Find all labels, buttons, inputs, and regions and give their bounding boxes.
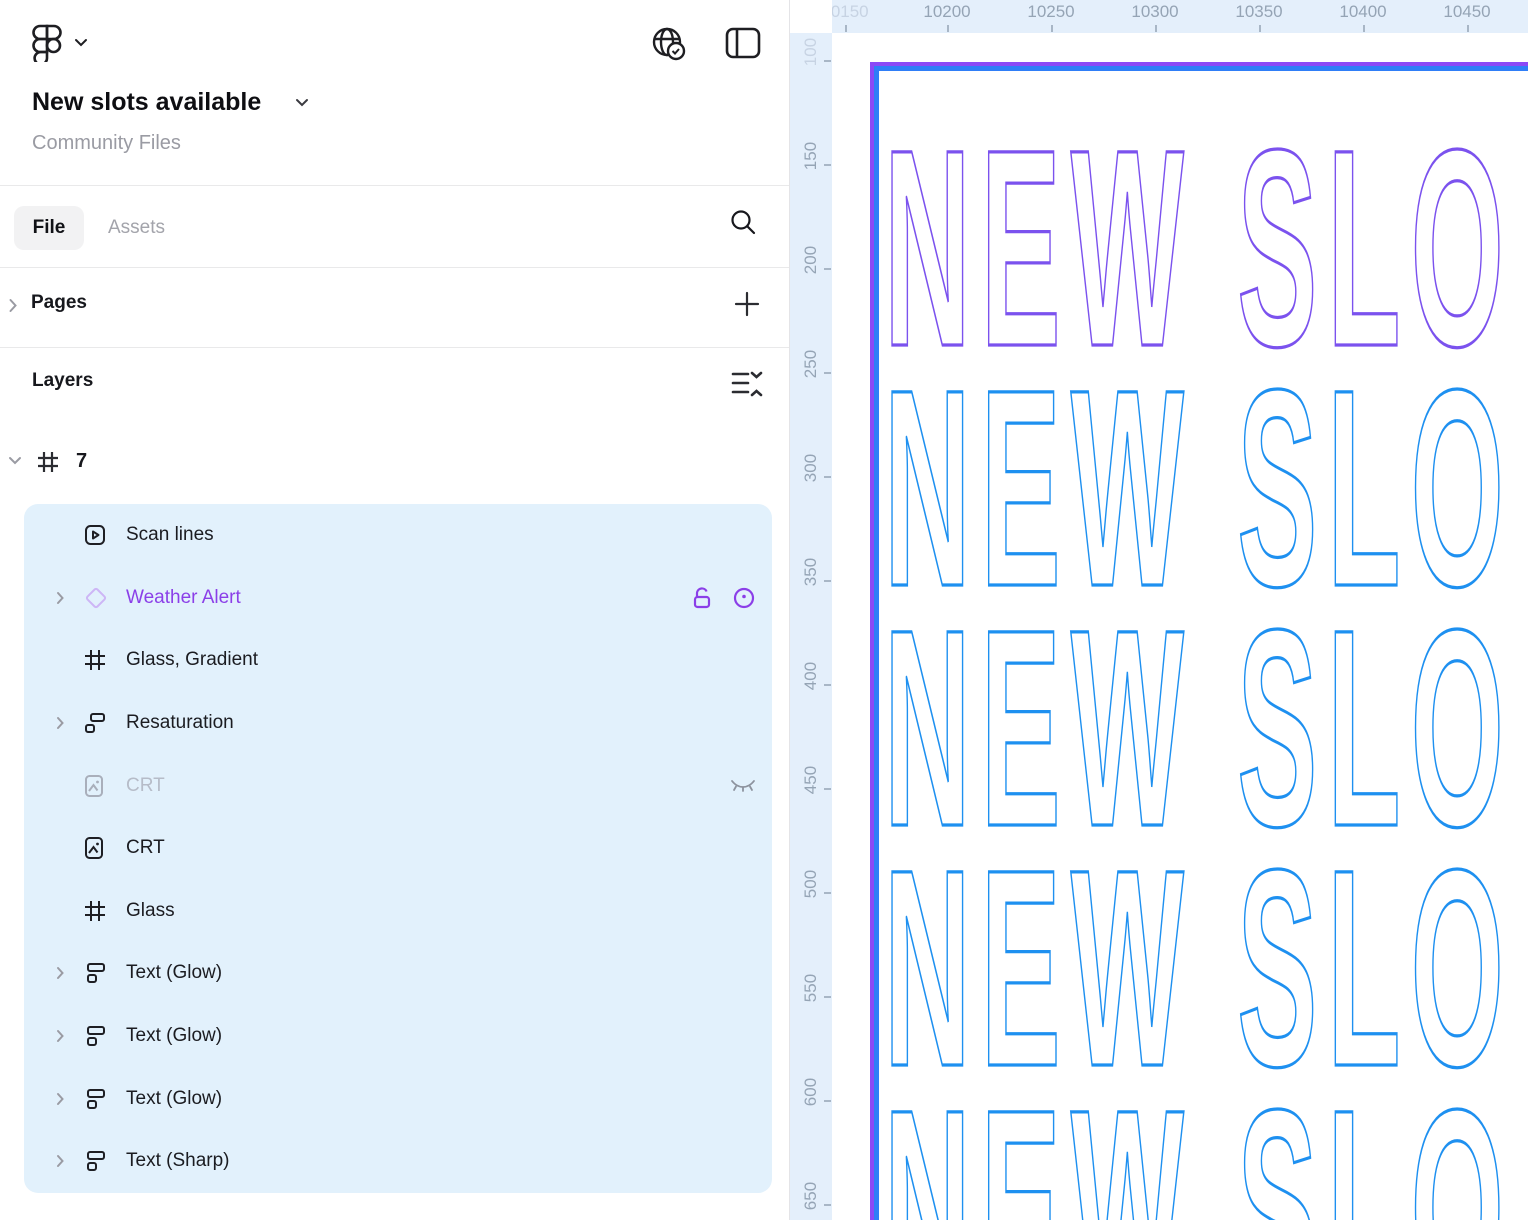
canvas[interactable]: NEW SLO NEW SLO NEW SLO NEW SLO NEW SLO: [832, 33, 1528, 1220]
toggle-sidebar-icon[interactable]: [725, 27, 761, 59]
layer-row-text-sharp[interactable]: Text (Sharp): [24, 1130, 772, 1193]
layer-label: 7: [76, 450, 88, 472]
ruler-label: 200: [801, 245, 820, 275]
chevron-right-icon[interactable]: [56, 1092, 65, 1106]
ruler-label: 10400: [1339, 2, 1387, 21]
tab-file[interactable]: File: [14, 206, 84, 250]
unlock-icon[interactable]: [692, 586, 712, 610]
horizontal-ruler[interactable]: 10150 10200 10250 10300 10350 10400 1045…: [832, 0, 1528, 33]
add-page-icon[interactable]: [733, 290, 761, 318]
tab-assets[interactable]: Assets: [108, 206, 165, 250]
file-subtitle: Community Files: [32, 132, 181, 154]
ruler-label: 10200: [923, 2, 971, 21]
layer-row-text-glow-3[interactable]: Text (Glow): [24, 1067, 772, 1130]
file-title: New slots available: [32, 88, 262, 116]
layer-row-weather-alert[interactable]: Weather Alert: [24, 567, 772, 630]
image-icon: [84, 836, 104, 860]
pages-section[interactable]: Pages: [0, 268, 789, 347]
layer-row-frame-7[interactable]: 7: [0, 438, 789, 488]
slots-layout-icon: [84, 1088, 106, 1110]
chevron-right-icon[interactable]: [56, 591, 65, 605]
layers-section-header: Layers: [0, 348, 789, 410]
ruler-label: 10300: [1131, 2, 1179, 21]
chevron-right-icon[interactable]: [56, 1154, 65, 1168]
layer-row-crt-hidden[interactable]: CRT: [24, 754, 772, 817]
layer-row-text-glow-2[interactable]: Text (Glow): [24, 1005, 772, 1068]
layer-row-scan-lines[interactable]: Scan lines: [24, 504, 772, 567]
ruler-label: 500: [801, 869, 820, 899]
pages-heading: Pages: [31, 292, 87, 313]
ruler-corner: [790, 0, 832, 33]
chevron-right-icon[interactable]: [56, 716, 65, 730]
ruler-label: 550: [801, 973, 820, 1003]
community-globe-icon[interactable]: [649, 24, 687, 62]
figma-logo-icon[interactable]: [30, 22, 64, 62]
layer-row-resaturation[interactable]: Resaturation: [24, 692, 772, 755]
chevron-down-icon[interactable]: [8, 456, 22, 465]
slots-layout-icon: [84, 1025, 106, 1047]
hidden-eye-icon[interactable]: [730, 778, 756, 794]
slots-layout-icon: [84, 962, 106, 984]
visible-eye-icon[interactable]: [732, 586, 756, 610]
frame-artwork: NEW SLO NEW SLO NEW SLO NEW SLO NEW SLO: [882, 90, 1514, 1220]
ruler-label: 650: [801, 1181, 820, 1211]
chevron-right-icon[interactable]: [8, 298, 18, 313]
component-diamond-icon: [84, 586, 108, 610]
selected-layer-group: Scan lines Weather Alert Glass, Gradient…: [24, 504, 772, 1193]
ruler-label: 10150: [832, 2, 869, 21]
frame-icon: [84, 900, 106, 922]
layer-row-text-glow-1[interactable]: Text (Glow): [24, 942, 772, 1005]
chevron-right-icon[interactable]: [56, 966, 65, 980]
frame-icon: [84, 649, 106, 671]
file-title-chevron-icon[interactable]: [295, 98, 309, 107]
ruler-label: 10350: [1235, 2, 1283, 21]
ruler-label: 10250: [1027, 2, 1075, 21]
slots-layout-icon: [84, 1150, 106, 1172]
layer-row-glass-gradient[interactable]: Glass, Gradient: [24, 629, 772, 692]
ruler-label: 400: [801, 661, 820, 691]
video-icon: [84, 524, 106, 546]
headline-text-row[interactable]: NEW SLO: [882, 1050, 1514, 1220]
chevron-down-icon[interactable]: [74, 38, 88, 47]
panel-header: New slots available Community Files: [0, 0, 789, 185]
tabs-row: File Assets: [0, 186, 789, 267]
chevron-right-icon[interactable]: [56, 1029, 65, 1043]
image-icon: [84, 774, 104, 798]
ruler-label: 350: [801, 557, 820, 587]
layer-row-crt[interactable]: CRT: [24, 817, 772, 880]
ruler-label: 10450: [1443, 2, 1491, 21]
search-icon[interactable]: [725, 204, 761, 240]
ruler-label: 450: [801, 765, 820, 795]
frame-icon: [36, 450, 60, 474]
ruler-label: 150: [801, 141, 820, 171]
canvas-viewport[interactable]: NEW SLO NEW SLO NEW SLO NEW SLO NEW SLO …: [790, 0, 1528, 1220]
collapse-layers-icon[interactable]: [731, 370, 763, 398]
ruler-label: 300: [801, 453, 820, 483]
layer-row-glass[interactable]: Glass: [24, 880, 772, 943]
ruler-label: 100: [801, 37, 820, 67]
ruler-label: 600: [801, 1077, 820, 1107]
slots-layout-icon: [84, 712, 106, 734]
vertical-ruler[interactable]: 100 150 200 250 300 350 400 450 500 550 …: [790, 33, 832, 1220]
left-panel: New slots available Community Files File…: [0, 0, 790, 1220]
ruler-label: 250: [801, 349, 820, 379]
layers-heading: Layers: [32, 370, 94, 391]
